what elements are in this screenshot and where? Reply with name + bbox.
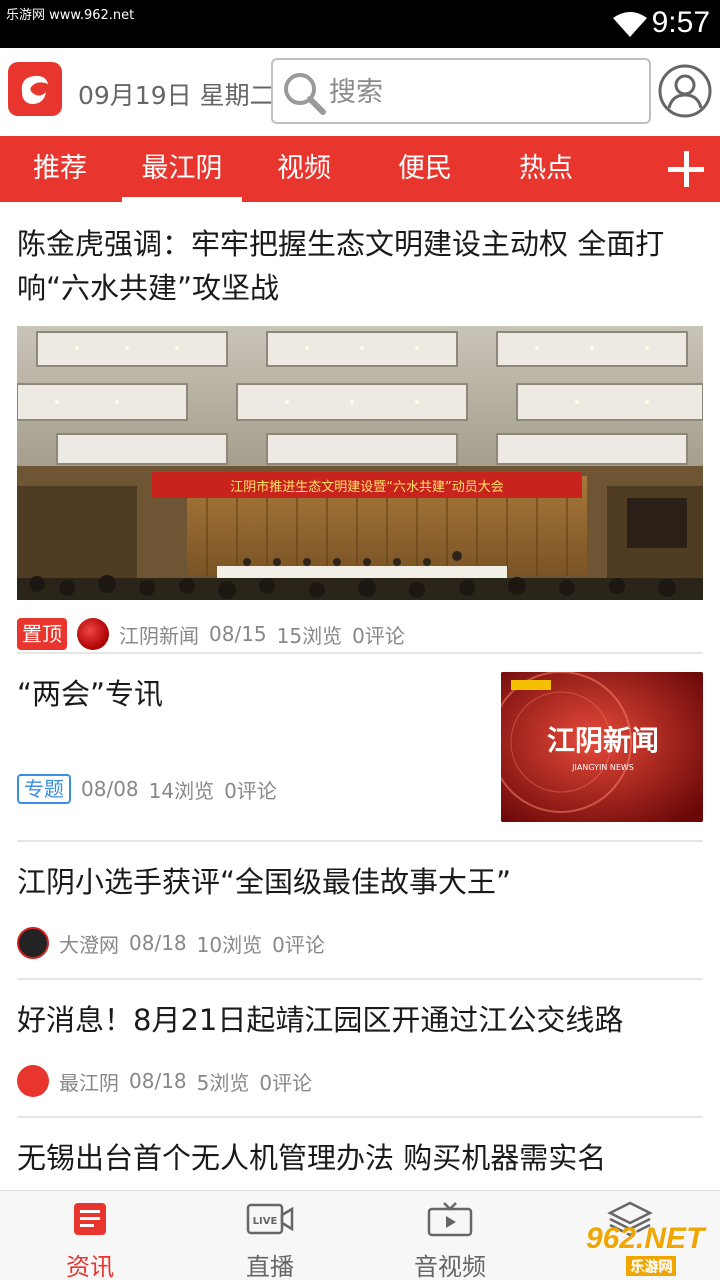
tab-zuijiangyin[interactable]: 最江阴 <box>122 136 242 202</box>
news-source: 江阴新闻 <box>119 623 199 648</box>
news-item[interactable]: “两会”专讯 专题 08/08 14浏览 0评论 江阴新闻 JIANGYIN N… <box>17 672 703 822</box>
date-label: 09月19日 星期二 <box>78 81 275 110</box>
news-title: 江阴小选手获评“全国级最佳故事大王” <box>17 865 512 899</box>
wifi-icon <box>613 12 647 37</box>
nav-news[interactable]: 资讯 <box>0 1191 180 1280</box>
video-icon <box>427 1202 473 1237</box>
app-header: 09月19日 星期二 <box>0 48 720 136</box>
search-input[interactable] <box>329 72 629 112</box>
news-views: 15浏览 <box>276 623 343 648</box>
nav-label: 资讯 <box>66 1253 114 1280</box>
news-meta: 大澄网 08/18 10浏览 0评论 <box>17 926 325 960</box>
topic-badge: 专题 <box>17 774 71 804</box>
nav-live[interactable]: LIVE 直播 <box>180 1191 360 1280</box>
svg-text:JIANGYIN NEWS: JIANGYIN NEWS <box>571 763 634 772</box>
news-source: 大澄网 <box>59 932 119 957</box>
divider <box>17 1116 703 1118</box>
source-avatar-icon <box>77 618 109 650</box>
tab-recommend[interactable]: 推荐 <box>20 136 100 202</box>
search-icon <box>284 73 326 115</box>
news-item[interactable]: 陈金虎强调：牢牢把握生态文明建设主动权 全面打响“六水共建”攻坚战 江阴市推进生… <box>17 222 703 652</box>
news-meta: 专题 08/08 14浏览 0评论 <box>17 772 277 806</box>
news-meta: 置顶 江阴新闻 08/15 15浏览 0评论 <box>17 617 405 651</box>
watermark-text: 乐游网 www.962.net <box>6 4 135 23</box>
news-hero-image: 江阴市推进生态文明建设暨“六水共建”动员大会 <box>17 326 703 600</box>
news-comments: 0评论 <box>259 1070 313 1095</box>
news-item[interactable]: 好消息！8月21日起靖江园区开通过江公交线路 最江阴 08/18 5浏览 0评论 <box>17 998 703 1118</box>
news-comments: 0评论 <box>224 778 277 803</box>
news-date: 08/18 <box>129 931 187 955</box>
news-icon <box>74 1203 106 1235</box>
clock: 9:57 <box>651 6 710 39</box>
news-date: 08/18 <box>129 1069 187 1093</box>
banner-text: 江阴市推进生态文明建设暨“六水共建”动员大会 <box>230 479 503 495</box>
news-feed: 陈金虎强调：牢牢把握生态文明建设主动权 全面打响“六水共建”攻坚战 江阴市推进生… <box>0 202 720 1190</box>
news-item[interactable]: 江阴小选手获评“全国级最佳故事大王” 大澄网 08/18 10浏览 0评论 <box>17 860 703 980</box>
tab-video[interactable]: 视频 <box>264 136 344 202</box>
news-title: “两会”专讯 <box>17 677 164 711</box>
app-logo-icon[interactable] <box>8 62 62 116</box>
news-comments: 0评论 <box>352 623 405 648</box>
news-thumbnail: 江阴新闻 JIANGYIN NEWS <box>501 672 703 822</box>
news-views: 14浏览 <box>148 778 215 803</box>
tab-services[interactable]: 便民 <box>385 136 465 202</box>
svg-text:LIVE: LIVE <box>253 1216 278 1227</box>
user-avatar-icon[interactable] <box>658 64 712 118</box>
tab-hot[interactable]: 热点 <box>506 136 586 202</box>
source-avatar-icon <box>17 1065 49 1097</box>
channel-tabs: 推荐 最江阴 视频 便民 热点 <box>0 136 720 202</box>
news-meta: 最江阴 08/18 5浏览 0评论 <box>17 1064 312 1098</box>
svg-text:江阴新闻: 江阴新闻 <box>547 724 659 757</box>
pinned-badge: 置顶 <box>17 618 67 650</box>
news-date: 08/15 <box>209 622 267 646</box>
status-bar: 乐游网 www.962.net 9:57 <box>0 0 720 48</box>
news-comments: 0评论 <box>272 932 325 957</box>
news-date: 08/08 <box>81 777 139 801</box>
divider <box>17 652 703 654</box>
news-source: 最江阴 <box>59 1070 119 1095</box>
nav-label: 音视频 <box>414 1253 486 1280</box>
nav-media[interactable]: 音视频 <box>360 1191 540 1280</box>
live-icon: LIVE <box>246 1203 294 1235</box>
news-item[interactable]: 无锡出台首个无人机管理办法 购买机器需实名 <box>17 1136 703 1190</box>
divider <box>17 840 703 842</box>
news-title: 无锡出台首个无人机管理办法 购买机器需实名 <box>17 1141 607 1175</box>
news-views: 10浏览 <box>196 932 263 957</box>
source-avatar-icon <box>17 927 49 959</box>
add-channel-icon[interactable] <box>666 149 706 189</box>
site-watermark: 962.NET 乐游网 <box>586 1222 705 1276</box>
nav-label: 直播 <box>246 1253 294 1280</box>
search-box[interactable] <box>271 58 651 124</box>
news-views: 5浏览 <box>196 1070 250 1095</box>
news-title: 陈金虎强调：牢牢把握生态文明建设主动权 全面打响“六水共建”攻坚战 <box>17 227 665 305</box>
divider <box>17 978 703 980</box>
news-title: 好消息！8月21日起靖江园区开通过江公交线路 <box>17 1003 624 1037</box>
